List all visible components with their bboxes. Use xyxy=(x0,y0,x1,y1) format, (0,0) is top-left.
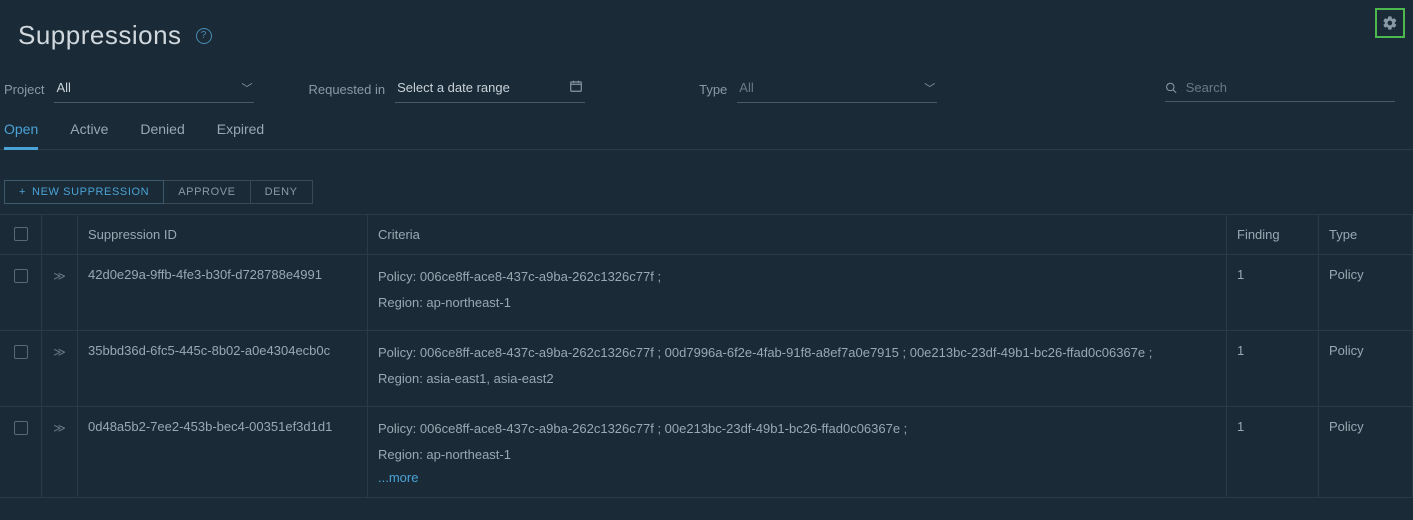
search-input[interactable] xyxy=(1186,80,1395,95)
more-link[interactable]: ...more xyxy=(378,470,1216,485)
deny-button[interactable]: DENY xyxy=(251,180,313,204)
search-icon xyxy=(1165,81,1178,95)
cell-id: 0d48a5b2-7ee2-453b-bec4-00351ef3d1d1 xyxy=(78,407,368,497)
criteria-policy: Policy: 006ce8ff-ace8-437c-a9ba-262c1326… xyxy=(378,343,1216,363)
expand-icon[interactable]: ≫ xyxy=(53,421,66,435)
new-suppression-button[interactable]: + NEW SUPPRESSION xyxy=(4,180,164,204)
cell-criteria: Policy: 006ce8ff-ace8-437c-a9ba-262c1326… xyxy=(368,255,1227,330)
date-range-select[interactable]: Select a date range xyxy=(395,75,585,103)
date-placeholder: Select a date range xyxy=(397,80,510,95)
project-label: Project xyxy=(4,82,44,97)
settings-gear-button[interactable] xyxy=(1375,8,1405,38)
table-row: ≫ 0d48a5b2-7ee2-453b-bec4-00351ef3d1d1 P… xyxy=(0,407,1413,498)
chevron-down-icon: ﹀ xyxy=(924,80,935,96)
project-value: All xyxy=(56,80,70,95)
criteria-policy: Policy: 006ce8ff-ace8-437c-a9ba-262c1326… xyxy=(378,419,1216,439)
cell-criteria: Policy: 006ce8ff-ace8-437c-a9ba-262c1326… xyxy=(368,407,1227,497)
new-suppression-label: NEW SUPPRESSION xyxy=(32,186,149,198)
page-title: Suppressions xyxy=(18,20,182,51)
col-criteria[interactable]: Criteria xyxy=(368,215,1227,254)
type-select[interactable]: All ﹀ xyxy=(737,76,937,103)
cell-criteria: Policy: 006ce8ff-ace8-437c-a9ba-262c1326… xyxy=(368,331,1227,406)
cell-id: 35bbd36d-6fc5-445c-8b02-a0e4304ecb0c xyxy=(78,331,368,406)
col-suppression-id[interactable]: Suppression ID xyxy=(78,215,368,254)
type-label: Type xyxy=(699,82,727,97)
table-row: ≫ 42d0e29a-9ffb-4fe3-b30f-d728788e4991 P… xyxy=(0,255,1413,331)
row-checkbox[interactable] xyxy=(14,269,28,283)
chevron-down-icon: ﹀ xyxy=(241,80,252,96)
table-row: ≫ 35bbd36d-6fc5-445c-8b02-a0e4304ecb0c P… xyxy=(0,331,1413,407)
row-checkbox[interactable] xyxy=(14,421,28,435)
expand-icon[interactable]: ≫ xyxy=(53,345,66,359)
criteria-policy: Policy: 006ce8ff-ace8-437c-a9ba-262c1326… xyxy=(378,267,1216,287)
row-checkbox[interactable] xyxy=(14,345,28,359)
tab-active[interactable]: Active xyxy=(70,121,108,149)
expand-icon[interactable]: ≫ xyxy=(53,269,66,283)
tab-open[interactable]: Open xyxy=(4,121,38,150)
tab-denied[interactable]: Denied xyxy=(140,121,184,149)
plus-icon: + xyxy=(19,186,26,198)
col-finding[interactable]: Finding xyxy=(1227,215,1319,254)
select-all-checkbox[interactable] xyxy=(14,227,28,241)
cell-type: Policy xyxy=(1319,331,1413,406)
help-icon[interactable]: ? xyxy=(196,28,212,44)
search-input-wrapper[interactable] xyxy=(1165,76,1395,102)
criteria-region: Region: ap-northeast-1 xyxy=(378,445,1216,465)
col-type[interactable]: Type xyxy=(1319,215,1413,254)
tab-expired[interactable]: Expired xyxy=(217,121,264,149)
suppressions-table: Suppression ID Criteria Finding Type ≫ 4… xyxy=(0,214,1413,498)
criteria-region: Region: asia-east1, asia-east2 xyxy=(378,369,1216,389)
cell-type: Policy xyxy=(1319,407,1413,497)
cell-id: 42d0e29a-9ffb-4fe3-b30f-d728788e4991 xyxy=(78,255,368,330)
approve-button[interactable]: APPROVE xyxy=(164,180,250,204)
table-header: Suppression ID Criteria Finding Type xyxy=(0,214,1413,255)
requested-in-label: Requested in xyxy=(308,82,385,97)
calendar-icon xyxy=(569,79,583,96)
cell-finding: 1 xyxy=(1227,331,1319,406)
project-select[interactable]: All ﹀ xyxy=(54,76,254,103)
cell-finding: 1 xyxy=(1227,255,1319,330)
cell-type: Policy xyxy=(1319,255,1413,330)
type-value: All xyxy=(739,80,753,95)
cell-finding: 1 xyxy=(1227,407,1319,497)
criteria-region: Region: ap-northeast-1 xyxy=(378,293,1216,313)
gear-icon xyxy=(1382,15,1398,31)
